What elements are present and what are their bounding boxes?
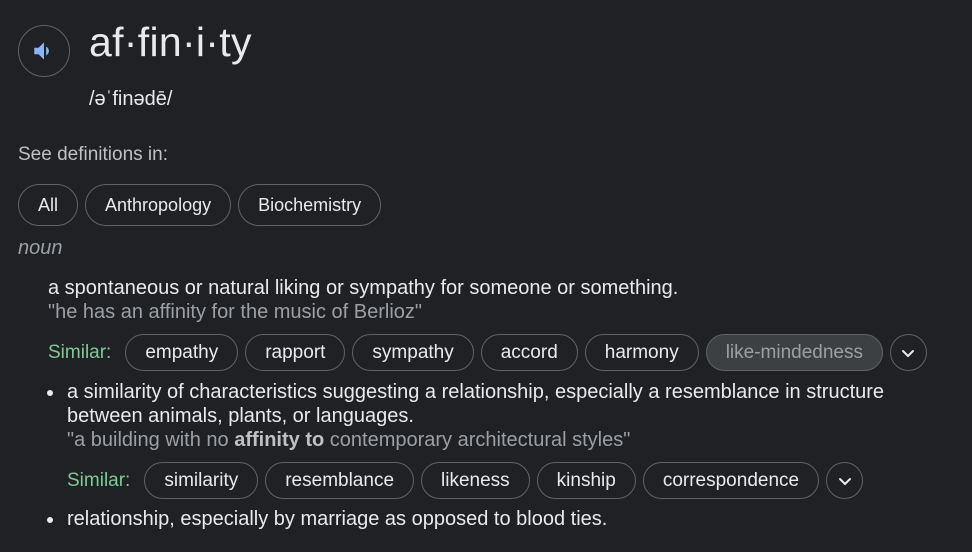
similar-label: Similar: <box>48 341 112 363</box>
chevron-down-icon <box>838 477 851 485</box>
expand-similar-button[interactable] <box>826 462 864 499</box>
similar-chip-empathy[interactable]: empathy <box>125 334 239 371</box>
volume-icon <box>34 42 49 60</box>
chip-all[interactable]: All <box>18 184 79 226</box>
see-definitions-label: See definitions in: <box>18 144 168 165</box>
example-2-before: "a building with no <box>67 429 235 451</box>
similar-chip-similarity[interactable]: similarity <box>144 462 259 499</box>
part-of-speech: noun <box>18 237 63 259</box>
bullet-3 <box>47 517 53 523</box>
phonetic-spelling: /əˈfinədē/ <box>89 88 173 110</box>
similar-chip-rapport[interactable]: rapport <box>245 334 346 371</box>
similar-chip-resemblance[interactable]: resemblance <box>265 462 415 499</box>
headword: af·fin·i·ty <box>89 19 252 65</box>
bullet-2 <box>47 390 53 396</box>
definition-2: a similarity of characteristics suggesti… <box>67 381 885 427</box>
example-2: "a building with no affinity to contempo… <box>67 428 630 452</box>
chip-anthropology[interactable]: Anthropology <box>85 184 232 226</box>
chevron-down-icon <box>902 349 915 357</box>
definition-3: relationship, especially by marriage as … <box>67 508 608 530</box>
definition-1: a spontaneous or natural liking or sympa… <box>48 277 679 299</box>
similar-chip-likeness[interactable]: likeness <box>421 462 530 499</box>
similar-chip-like-mindedness[interactable]: like-mindedness <box>705 334 883 371</box>
similar-chip-kinship[interactable]: kinship <box>536 462 636 499</box>
example-2-bold: affinity to <box>234 429 325 451</box>
similar-chip-sympathy[interactable]: sympathy <box>352 334 474 371</box>
chip-biochemistry[interactable]: Biochemistry <box>238 184 382 226</box>
pronunciation-speaker-button[interactable] <box>18 25 70 77</box>
definition-domain-chips: All Anthropology Biochemistry <box>18 184 382 226</box>
example-1: "he has an affinity for the music of Ber… <box>48 301 423 323</box>
similar-chip-accord[interactable]: accord <box>480 334 578 371</box>
example-2-after: contemporary architectural styles" <box>324 429 631 451</box>
similar-row-1: Similar: empathy rapport sympathy accord… <box>48 334 927 371</box>
similar-chip-correspondence[interactable]: correspondence <box>642 462 820 499</box>
expand-similar-button[interactable] <box>889 334 927 371</box>
similar-label: Similar: <box>67 469 131 491</box>
similar-chip-harmony[interactable]: harmony <box>584 334 699 371</box>
similar-row-2: Similar: similarity resemblance likeness… <box>67 462 864 499</box>
